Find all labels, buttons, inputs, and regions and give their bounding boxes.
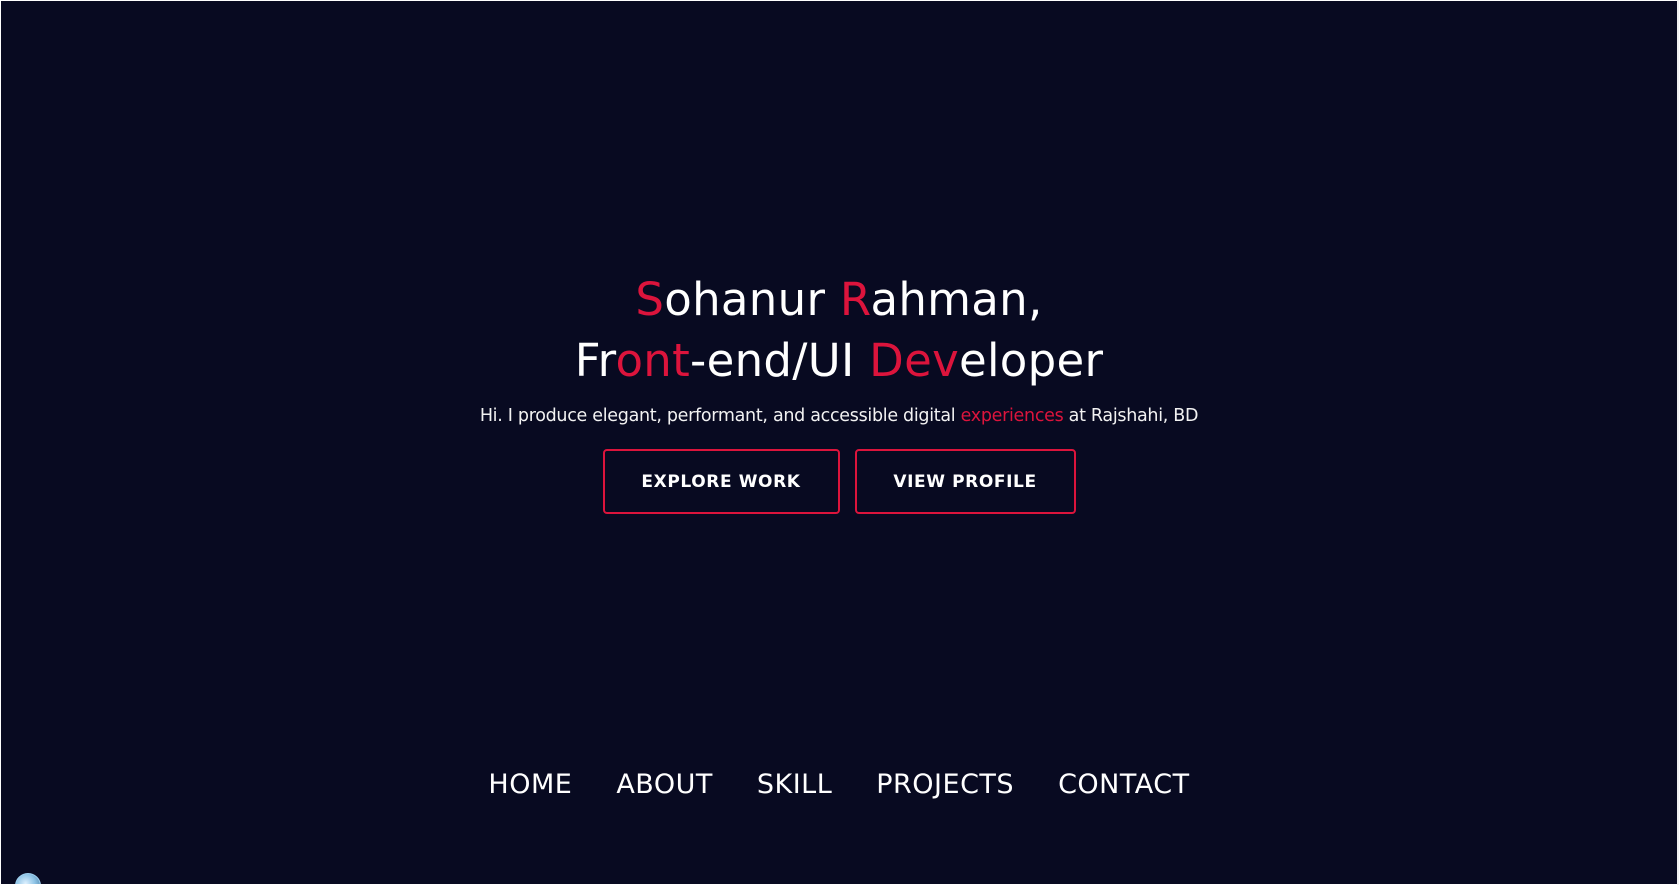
role-part-fr: Fr — [574, 334, 616, 387]
role-line: Front-end/UI Developer — [575, 334, 1104, 387]
name-initial-r: R — [839, 273, 871, 326]
explore-work-button[interactable]: EXPLORE WORK — [602, 449, 840, 514]
name-line: Sohanur Rahman, — [635, 273, 1042, 326]
subtitle-accent: experiences — [960, 406, 1064, 426]
role-accent-dev: Dev — [869, 334, 960, 387]
nav-item-projects[interactable]: PROJECTS — [854, 764, 1036, 806]
hero-section: Sohanur Rahman, Front-end/UI Developer H… — [1, 269, 1677, 428]
cta-row: EXPLORE WORK VIEW PROFILE — [1, 449, 1677, 514]
nav-item-skill[interactable]: SKILL — [735, 764, 854, 806]
hero-heading: Sohanur Rahman, Front-end/UI Developer — [1, 269, 1677, 391]
subtitle-before: Hi. I produce elegant, performant, and a… — [479, 406, 961, 426]
nav-item-contact[interactable]: CONTACT — [1036, 764, 1212, 806]
name-initial-s: S — [635, 273, 665, 326]
name-part-ahman: ahman, — [870, 273, 1043, 326]
name-part-ohanur: ohanur — [664, 273, 840, 326]
nav-item-home[interactable]: HOME — [466, 764, 594, 806]
role-part-end-ui: -end/UI — [690, 334, 870, 387]
bottom-nav: HOME ABOUT SKILL PROJECTS CONTACT — [1, 764, 1677, 806]
nav-item-about[interactable]: ABOUT — [594, 764, 735, 806]
role-accent-ont: ont — [615, 334, 691, 387]
hero-subtitle: Hi. I produce elegant, performant, and a… — [1, 404, 1677, 428]
subtitle-after: at Rajshahi, BD — [1063, 406, 1199, 426]
page-viewport: Sohanur Rahman, Front-end/UI Developer H… — [1, 1, 1677, 884]
view-profile-button[interactable]: VIEW PROFILE — [854, 449, 1076, 514]
corner-orb-icon — [15, 873, 41, 884]
role-part-eloper: eloper — [959, 334, 1104, 387]
